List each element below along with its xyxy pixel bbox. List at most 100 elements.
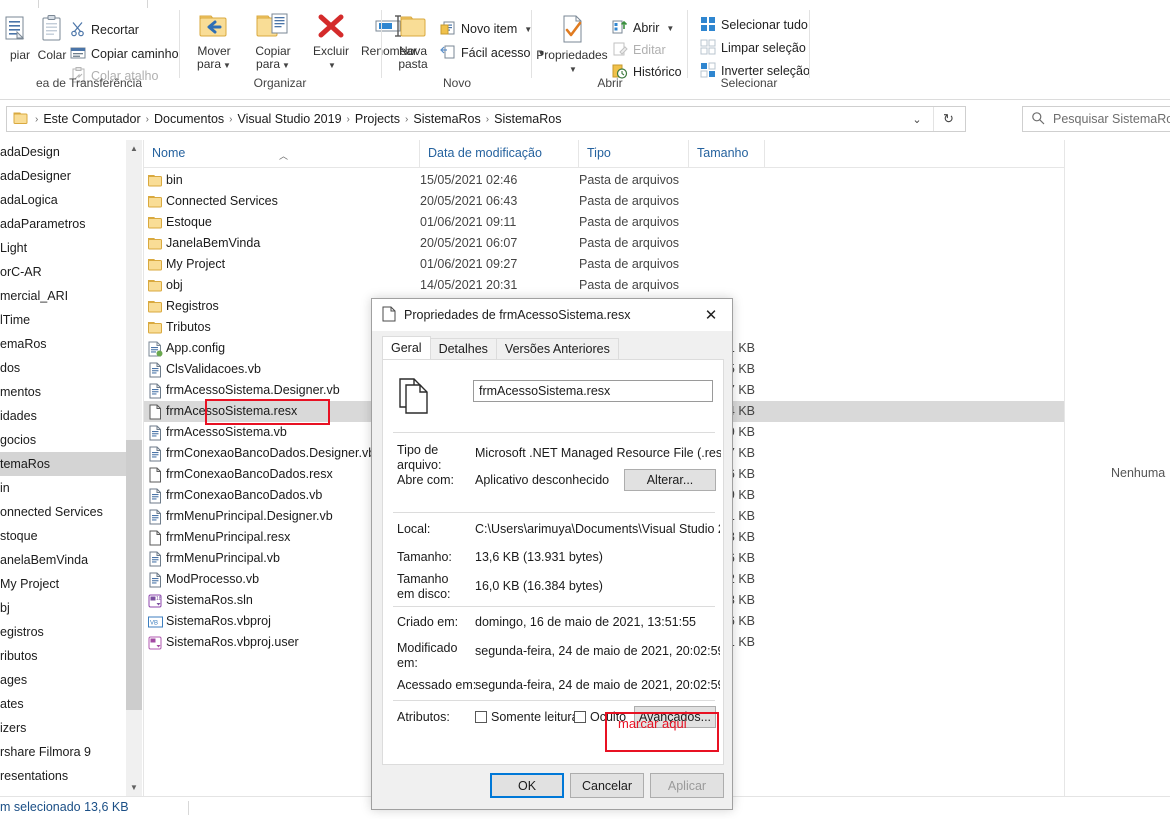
field-value-accessed: segunda-feira, 24 de maio de 2021, 20:02…: [475, 678, 720, 692]
table-row[interactable]: Estoque 01/06/2021 09:11 Pasta de arquivos: [144, 212, 1064, 233]
nav-item[interactable]: ages: [0, 668, 142, 692]
chevron-down-icon[interactable]: ⌄: [903, 107, 931, 131]
svg-text:VB: VB: [150, 621, 158, 627]
search-input[interactable]: Pesquisar SistemaRos: [1022, 106, 1170, 132]
scroll-up-icon[interactable]: ▲: [126, 140, 142, 157]
edit-button[interactable]: Editar: [612, 39, 666, 61]
column-header-type[interactable]: Tipo: [579, 140, 689, 167]
nav-item[interactable]: mentos: [0, 380, 142, 404]
properties-button[interactable]: Propriedades ▼: [534, 14, 610, 76]
column-header-date[interactable]: Data de modificação: [420, 140, 579, 167]
folder-icon: [148, 236, 163, 252]
nav-item[interactable]: in: [0, 476, 142, 500]
nav-item[interactable]: izers: [0, 716, 142, 740]
field-value-size-on-disk: 16,0 KB (16.384 bytes): [475, 579, 603, 593]
nav-item-label: bj: [0, 601, 10, 615]
dialog-tabs[interactable]: Geral Detalhes Versões Anteriores: [382, 336, 619, 359]
nav-item[interactable]: stoque: [0, 524, 142, 548]
nav-item[interactable]: ates: [0, 692, 142, 716]
breadcrumb-item-2[interactable]: Visual Studio 2019: [235, 112, 345, 126]
nav-item[interactable]: dos: [0, 356, 142, 380]
table-row[interactable]: My Project 01/06/2021 09:27 Pasta de arqui…: [144, 254, 1064, 275]
nav-item[interactable]: idades: [0, 404, 142, 428]
breadcrumb-item-5[interactable]: SistemaRos: [491, 112, 564, 126]
nav-scrollbar[interactable]: ▲ ▼: [126, 140, 142, 796]
file-size: [689, 170, 755, 191]
nav-item[interactable]: lTime: [0, 308, 142, 332]
navigation-pane[interactable]: adaDesign adaDesigner adaLogica adaParametr…: [0, 140, 142, 796]
table-row[interactable]: Connected Services 20/05/2021 06:43 Pasta …: [144, 191, 1064, 212]
clear-selection-button[interactable]: Limpar seleção: [700, 37, 806, 59]
ok-button[interactable]: OK: [490, 773, 564, 798]
nav-item[interactable]: My Project: [0, 572, 142, 596]
apply-button[interactable]: Aplicar: [650, 773, 724, 798]
tab-versoes-anteriores[interactable]: Versões Anteriores: [495, 338, 619, 359]
nav-item[interactable]: mercial_ARI: [0, 284, 142, 308]
nav-scrollbar-thumb[interactable]: [126, 440, 142, 710]
easy-access-button[interactable]: Fácil acesso ▼: [440, 42, 545, 64]
checkbox-box[interactable]: [475, 711, 487, 723]
tab-detalhes[interactable]: Detalhes: [429, 338, 497, 359]
nav-item[interactable]: onnected Services: [0, 500, 142, 524]
table-row[interactable]: bin 15/05/2021 02:46 Pasta de arquivos: [144, 170, 1064, 191]
nav-item[interactable]: adaDesigner: [0, 164, 142, 188]
nav-item[interactable]: rshare Filmora 9: [0, 740, 142, 764]
nav-item[interactable]: emaRos: [0, 332, 142, 356]
paste-button[interactable]: Colar: [30, 14, 74, 62]
checkbox-box[interactable]: [574, 711, 586, 723]
dialog-footer: OK Cancelar Aplicar: [372, 763, 732, 809]
breadcrumb-item-3[interactable]: Projects: [352, 112, 403, 126]
breadcrumb-item-1[interactable]: Documentos: [151, 112, 227, 126]
copy-to-button-label-2: para ▼: [256, 57, 290, 71]
nav-item[interactable]: orC-AR: [0, 260, 142, 284]
ribbon-divider-4: [687, 10, 688, 78]
delete-button[interactable]: Excluir ▼: [306, 12, 356, 72]
breadcrumb-item-4[interactable]: SistemaRos: [410, 112, 483, 126]
tab-geral[interactable]: Geral: [382, 336, 431, 359]
scroll-down-icon[interactable]: ▼: [126, 779, 142, 796]
new-item-button[interactable]: Novo item ▼: [440, 18, 532, 40]
nav-item[interactable]: adaDesign: [0, 140, 142, 164]
breadcrumb[interactable]: › Este Computador › Documentos › Visual …: [6, 106, 966, 132]
edit-icon: [612, 41, 628, 60]
copy-to-button[interactable]: Copiar para ▼: [246, 12, 300, 72]
file-name-field[interactable]: frmAcessoSistema.resx: [473, 380, 713, 402]
readonly-checkbox[interactable]: Somente leitura: [475, 710, 579, 724]
nav-item[interactable]: temaRos: [0, 452, 142, 476]
table-row[interactable]: JanelaBemVinda 20/05/2021 06:07 Pasta de a…: [144, 233, 1064, 254]
nav-item[interactable]: resentations: [0, 764, 142, 788]
column-header-size[interactable]: Tamanho: [689, 140, 765, 167]
nav-item[interactable]: adaParametros: [0, 212, 142, 236]
cut-button[interactable]: Recortar: [70, 19, 139, 41]
column-header-name[interactable]: Nome ︿: [144, 140, 420, 167]
open-button[interactable]: Abrir ▼: [612, 17, 674, 39]
ribbon-divider-1: [179, 10, 180, 78]
copy-path-button[interactable]: Copiar caminho: [70, 43, 179, 65]
table-row[interactable]: obj 14/05/2021 20:31 Pasta de arquivos: [144, 275, 1064, 296]
nav-item[interactable]: anelaBemVinda: [0, 548, 142, 572]
ribbon-tab-sliver[interactable]: [38, 0, 148, 8]
move-to-button[interactable]: Mover para ▼: [188, 12, 240, 72]
status-divider: [188, 801, 189, 815]
divider-1: [393, 432, 715, 433]
close-icon[interactable]: ✕: [690, 299, 732, 331]
nav-item[interactable]: ributos: [0, 644, 142, 668]
dialog-title-bar[interactable]: Propriedades de frmAcessoSistema.resx ✕: [372, 299, 732, 331]
nav-item[interactable]: gocios: [0, 428, 142, 452]
file-name: frmConexaoBancoDados.resx: [166, 467, 333, 481]
nav-item[interactable]: egistros: [0, 620, 142, 644]
file-name: bin: [166, 173, 183, 187]
dialog-body: frmAcessoSistema.resx Tipo de arquivo: M…: [382, 359, 724, 765]
nav-item[interactable]: adaLogica: [0, 188, 142, 212]
nav-item-label: adaLogica: [0, 193, 58, 207]
change-button[interactable]: Alterar...: [624, 469, 716, 491]
breadcrumb-item-0[interactable]: Este Computador: [40, 112, 143, 126]
new-folder-button[interactable]: Nova pasta: [390, 14, 436, 71]
refresh-icon[interactable]: ↻: [933, 107, 963, 131]
properties-button-label: Propriedades: [536, 48, 608, 62]
nav-item[interactable]: bj: [0, 596, 142, 620]
cancel-button[interactable]: Cancelar: [570, 773, 644, 798]
vb-file-icon: [148, 488, 163, 504]
select-all-button[interactable]: Selecionar tudo: [700, 14, 808, 36]
nav-item[interactable]: Light: [0, 236, 142, 260]
